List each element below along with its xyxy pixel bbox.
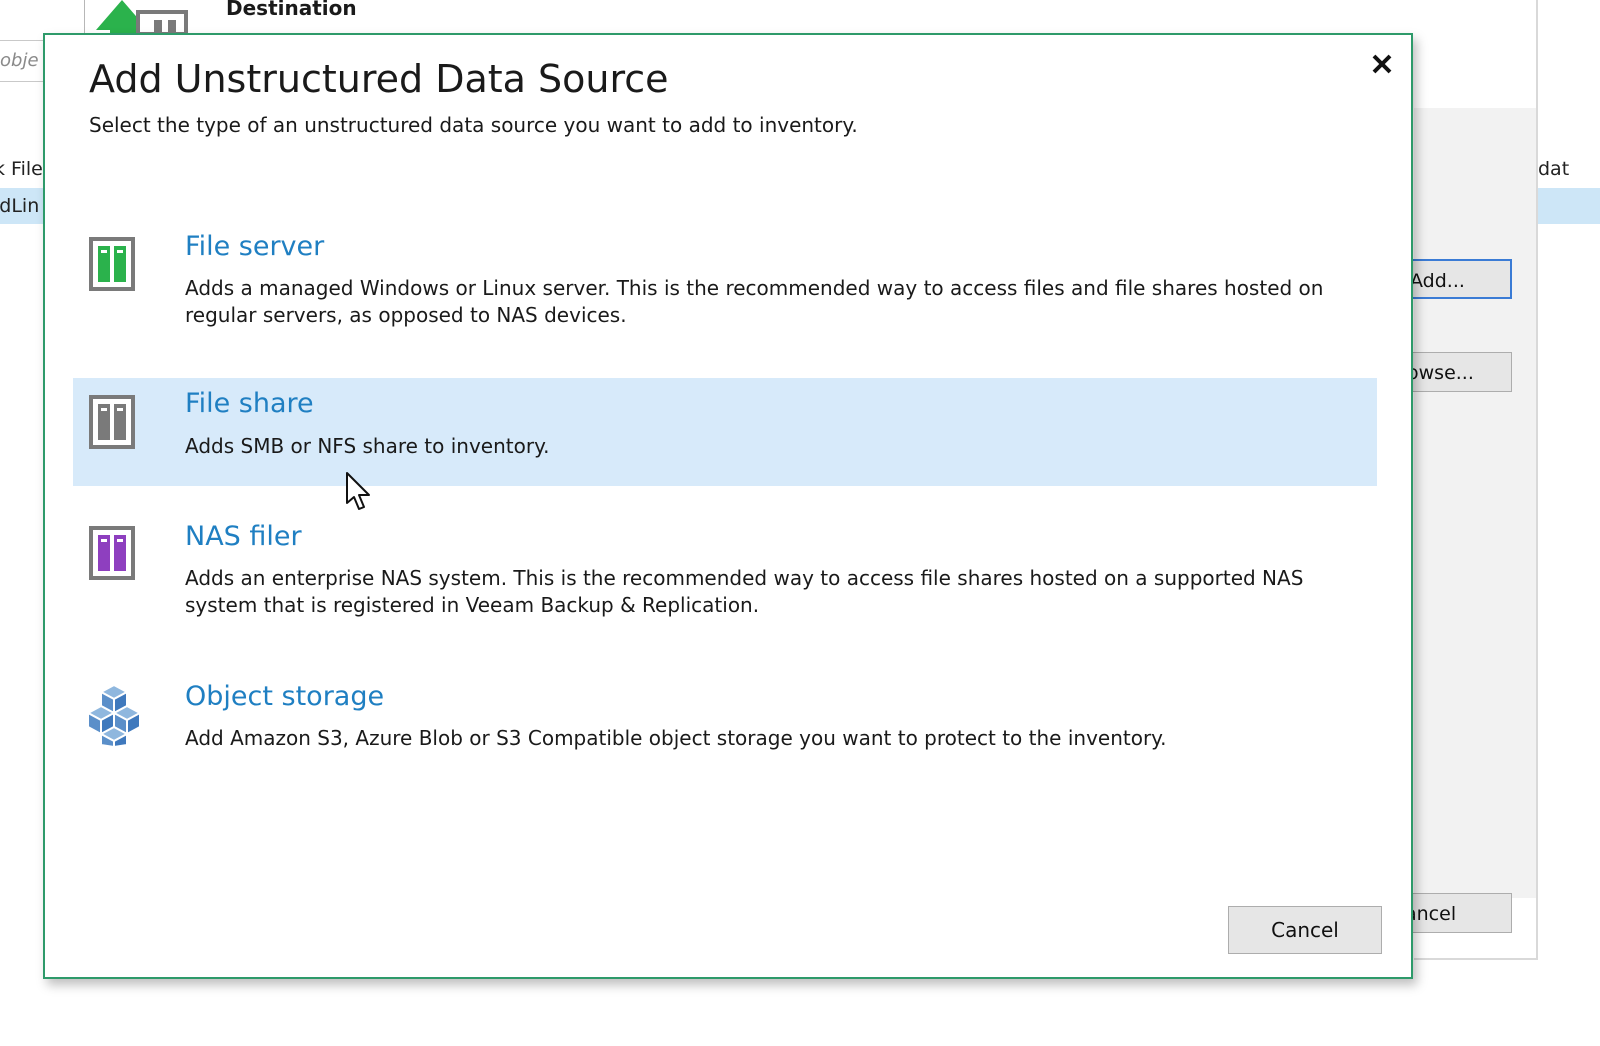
option-file-share[interactable]: File share Adds SMB or NFS share to inve… bbox=[73, 378, 1377, 486]
background-list-row[interactable]: idLin bbox=[0, 188, 44, 224]
background-cancel-button[interactable]: ancel bbox=[1400, 893, 1512, 933]
file-share-icon bbox=[89, 395, 135, 449]
nas-filer-icon bbox=[89, 526, 135, 580]
dialog-subtitle: Select the type of an unstructured data … bbox=[89, 113, 858, 137]
cancel-button[interactable]: Cancel bbox=[1228, 906, 1382, 954]
option-nas-filer[interactable]: NAS filer Adds an enterprise NAS system.… bbox=[73, 511, 1377, 631]
option-file-share-title[interactable]: File share bbox=[185, 388, 314, 419]
background-search-input[interactable]: obje bbox=[0, 40, 44, 82]
option-nas-filer-title[interactable]: NAS filer bbox=[185, 521, 302, 552]
background-add-button[interactable]: Add... bbox=[1400, 259, 1512, 299]
option-file-share-description: Adds SMB or NFS share to inventory. bbox=[185, 434, 550, 458]
option-object-storage-title[interactable]: Object storage bbox=[185, 681, 384, 712]
option-nas-filer-description: Adds an enterprise NAS system. This is t… bbox=[185, 566, 1304, 617]
background-list-header: k File bbox=[0, 158, 43, 180]
background-button-panel bbox=[1414, 108, 1538, 898]
option-file-server[interactable]: File server Adds a managed Windows or Li… bbox=[73, 221, 1377, 341]
dialog-title: Add Unstructured Data Source bbox=[89, 57, 669, 101]
option-file-server-title[interactable]: File server bbox=[185, 231, 324, 262]
background-divider bbox=[84, 0, 85, 34]
background-panel-bottom-edge bbox=[1414, 958, 1538, 960]
close-icon[interactable] bbox=[1367, 49, 1397, 79]
option-file-server-description: Adds a managed Windows or Linux server. … bbox=[185, 276, 1324, 327]
background-window-edge bbox=[1536, 0, 1538, 960]
option-object-storage-description: Add Amazon S3, Azure Blob or S3 Compatib… bbox=[185, 726, 1167, 750]
background-browse-button[interactable]: owse... bbox=[1400, 352, 1512, 392]
add-unstructured-data-source-dialog: Add Unstructured Data Source Select the … bbox=[43, 33, 1413, 979]
background-column-row[interactable] bbox=[1538, 188, 1600, 224]
object-storage-icon bbox=[85, 683, 143, 749]
destination-icon bbox=[96, 0, 190, 34]
option-object-storage[interactable]: Object storage Add Amazon S3, Azure Blob… bbox=[73, 669, 1377, 759]
file-server-icon bbox=[89, 237, 135, 291]
background-header-title: Destination bbox=[226, 0, 357, 20]
background-column-header: dat bbox=[1538, 158, 1570, 180]
